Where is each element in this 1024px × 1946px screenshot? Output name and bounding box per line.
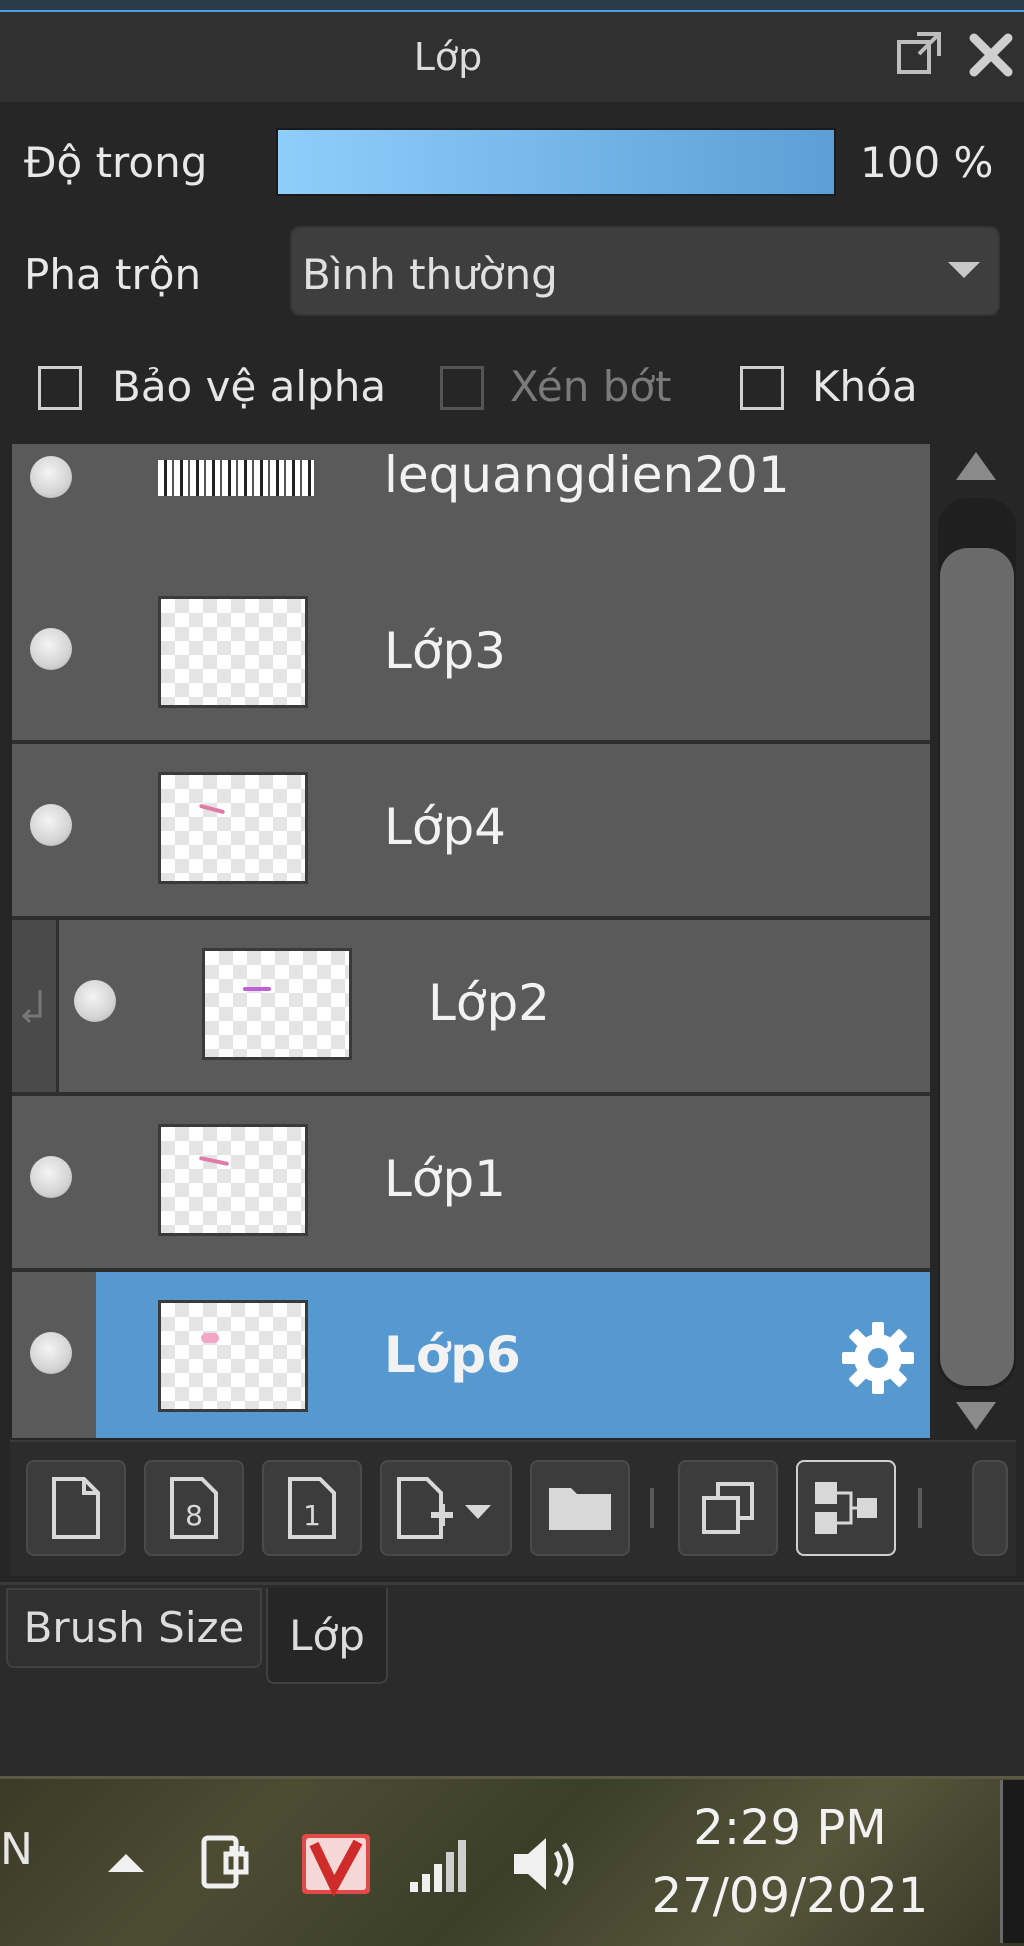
gear-icon[interactable] xyxy=(838,1318,918,1398)
layer-thumbnail xyxy=(158,1124,308,1236)
visibility-toggle-icon[interactable] xyxy=(30,804,72,846)
visibility-toggle-icon[interactable] xyxy=(30,628,72,670)
layer-name: Lớp3 xyxy=(384,622,506,680)
layer-row[interactable]: Lớp1 xyxy=(12,1096,930,1272)
merge-icon xyxy=(815,1482,877,1534)
layer-name: Lớp6 xyxy=(384,1326,521,1384)
folder-icon xyxy=(549,1488,611,1530)
new-8bit-layer-button[interactable]: 8 xyxy=(144,1460,244,1556)
window-top-border xyxy=(0,0,1024,12)
antivirus-icon[interactable] xyxy=(300,1832,372,1896)
visibility-toggle-icon[interactable] xyxy=(30,1156,72,1198)
opacity-value: 100 % xyxy=(860,138,994,187)
layer-thumbnail xyxy=(202,948,352,1060)
tab-brush-size[interactable]: Brush Size xyxy=(6,1588,262,1668)
show-desktop-button[interactable] xyxy=(1000,1780,1024,1943)
clock-date[interactable]: 27/09/2021 xyxy=(640,1868,940,1924)
blend-mode-value: Bình thường xyxy=(302,250,558,299)
toolbar-separator xyxy=(650,1488,654,1528)
visibility-toggle-icon[interactable] xyxy=(74,980,116,1022)
toolbar-separator xyxy=(918,1488,922,1528)
duplicate-icon xyxy=(702,1482,754,1534)
layer-row[interactable]: Lớp3 xyxy=(12,568,930,744)
new-layer-button[interactable] xyxy=(26,1460,126,1556)
visibility-toggle-icon[interactable] xyxy=(30,1332,72,1374)
clipping-indicator-icon xyxy=(12,920,59,1092)
layer-row[interactable]: lequangdien201 xyxy=(12,444,930,574)
panel-title: Lớp xyxy=(413,35,483,79)
scroll-up-icon[interactable] xyxy=(956,452,996,480)
new-1bit-layer-button[interactable]: 1 xyxy=(262,1460,362,1556)
layer-row[interactable]: Lớp4 xyxy=(12,744,930,920)
clipping-checkbox[interactable] xyxy=(440,366,484,410)
add-layer-dropdown-icon xyxy=(397,1477,491,1539)
protect-alpha-checkbox[interactable] xyxy=(38,366,82,410)
chevron-down-icon xyxy=(948,262,980,278)
scrollbar-thumb[interactable] xyxy=(940,548,1014,1386)
layer-list[interactable]: lequangdien201 Lớp3 Lớp4 Lớp2 Lớp1 Lớp6 xyxy=(0,444,930,1438)
new-folder-button[interactable] xyxy=(530,1460,630,1556)
layer-thumbnail xyxy=(158,596,308,708)
signal-icon[interactable] xyxy=(408,1836,476,1894)
visibility-toggle-icon[interactable] xyxy=(30,456,72,498)
volume-icon[interactable] xyxy=(508,1830,584,1898)
power-icon[interactable] xyxy=(196,1830,260,1894)
clock-time[interactable]: 2:29 PM xyxy=(650,1800,930,1856)
add-layer-dropdown-button[interactable] xyxy=(380,1460,512,1556)
language-indicator[interactable]: N xyxy=(0,1824,33,1875)
protect-alpha-label[interactable]: Bảo vệ alpha xyxy=(112,362,386,411)
tab-layer[interactable]: Lớp xyxy=(266,1588,388,1684)
new-layer-icon xyxy=(52,1477,100,1539)
layer-row-selected[interactable]: Lớp6 xyxy=(12,1272,930,1438)
popout-icon[interactable] xyxy=(895,30,943,78)
tray-overflow-icon[interactable] xyxy=(108,1854,144,1872)
scroll-down-icon[interactable] xyxy=(956,1402,996,1430)
new-8bit-layer-icon: 8 xyxy=(170,1477,218,1539)
layer-name: Lớp2 xyxy=(428,974,550,1032)
layer-thumbnail xyxy=(158,1300,308,1412)
lock-label[interactable]: Khóa xyxy=(812,362,918,411)
svg-text:1: 1 xyxy=(303,1499,321,1532)
toolbar-overflow-button[interactable] xyxy=(972,1460,1008,1556)
layer-name: Lớp4 xyxy=(384,798,506,856)
svg-text:8: 8 xyxy=(185,1499,203,1532)
blend-mode-label: Pha trộn xyxy=(24,250,202,299)
merge-layer-button[interactable] xyxy=(796,1460,896,1556)
new-1bit-layer-icon: 1 xyxy=(288,1477,336,1539)
lock-checkbox[interactable] xyxy=(740,366,784,410)
close-icon[interactable] xyxy=(966,30,1016,80)
layer-thumbnail xyxy=(158,772,308,884)
layer-row[interactable]: Lớp2 xyxy=(12,920,930,1096)
duplicate-layer-button[interactable] xyxy=(678,1460,778,1556)
opacity-label: Độ trong xyxy=(24,138,208,187)
opacity-slider[interactable] xyxy=(276,128,836,196)
clipping-label[interactable]: Xén bớt xyxy=(510,362,672,411)
layer-thumbnail xyxy=(158,460,314,496)
layer-name: lequangdien201 xyxy=(384,446,790,504)
layer-name: Lớp1 xyxy=(384,1150,506,1208)
